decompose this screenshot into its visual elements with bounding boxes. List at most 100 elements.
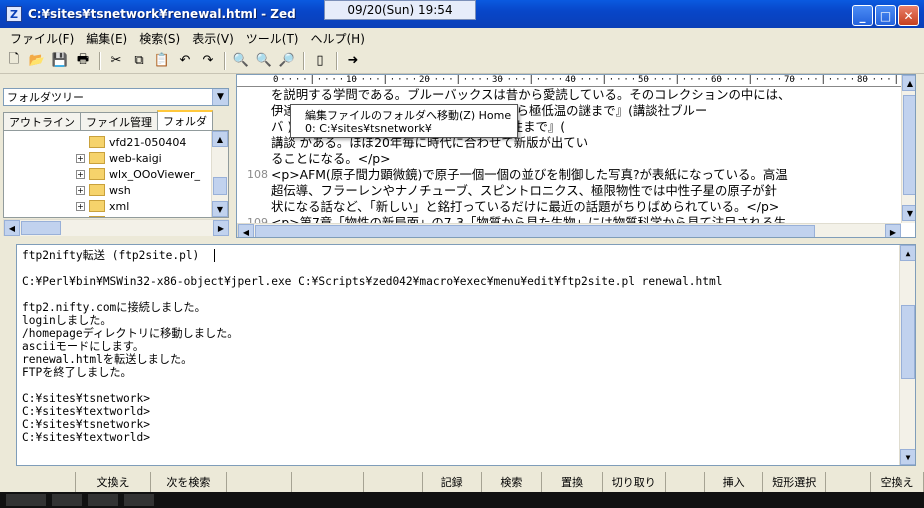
- ruler-minor-tick: ·: [353, 75, 359, 85]
- scroll-left-icon[interactable]: ◀: [4, 220, 20, 236]
- tab-0[interactable]: アウトライン: [3, 112, 81, 130]
- tree-item[interactable]: + wlx_OOoViewer_: [76, 166, 200, 182]
- editor-line[interactable]: を説明する学問である。ブルーバックスは昔から愛読している。そのコレクションの中に…: [237, 87, 790, 103]
- scroll-up-icon[interactable]: ▲: [902, 75, 915, 91]
- menu-item[interactable]: 表示(V): [186, 30, 240, 47]
- new-file-button[interactable]: 🗋: [3, 50, 25, 72]
- menu-item[interactable]: ファイル(F): [4, 30, 80, 47]
- expand-icon[interactable]: +: [76, 185, 85, 195]
- find-next-button[interactable]: 🔍: [253, 50, 275, 72]
- tree-scrollbar[interactable]: ▲ ▼: [211, 131, 228, 217]
- maximize-button[interactable]: □: [875, 5, 896, 26]
- editor-line[interactable]: 109 <p>第7章「物性の新局面」の7-3「物質から見た生物」には物質科学から見…: [237, 215, 786, 223]
- fkey-button[interactable]: 検索: [482, 472, 543, 492]
- tree-item[interactable]: + wsh: [76, 182, 200, 198]
- popup-item-move-folder[interactable]: 編集ファイルのフォルダへ移動(Z) Home: [305, 107, 511, 122]
- output-vscrollbar[interactable]: ▲ ▼: [899, 245, 915, 465]
- fkey-button[interactable]: [227, 472, 292, 492]
- ruler-minor-tick: ·: [630, 75, 637, 85]
- scroll-down-icon[interactable]: ▼: [212, 201, 228, 217]
- minimize-button[interactable]: _: [852, 5, 873, 26]
- output-scroll-thumb[interactable]: [901, 305, 915, 379]
- editor-hscroll-thumb[interactable]: [255, 225, 815, 237]
- fkey-button[interactable]: [666, 472, 705, 492]
- tree-hscroll-thumb[interactable]: [21, 221, 61, 235]
- fkey-button[interactable]: 切り取り: [603, 472, 666, 492]
- taskbar-item[interactable]: [6, 494, 46, 506]
- menu-item[interactable]: 編集(E): [80, 30, 133, 47]
- editor-hscrollbar[interactable]: ◀ ▶: [237, 223, 901, 237]
- expand-icon[interactable]: +: [76, 153, 85, 163]
- scroll-right-icon[interactable]: ▶: [885, 224, 901, 237]
- undo-button[interactable]: ↶: [174, 50, 196, 72]
- ruler-minor-tick: ·: [805, 75, 812, 85]
- editor-vscrollbar[interactable]: ▲ ▼: [901, 75, 915, 223]
- scroll-right-icon[interactable]: ▶: [213, 220, 229, 236]
- tree-scroll-thumb[interactable]: [213, 177, 227, 195]
- ruler-minor-tick: ·: [316, 75, 323, 85]
- editor-line[interactable]: ることになる。</p>: [237, 151, 391, 167]
- editor-line[interactable]: 108 <p>AFM(原子間力顕微鏡)で原子一個一個の並びを制御した写真?が表紙に…: [237, 167, 788, 183]
- find-button[interactable]: 🔍: [230, 50, 252, 72]
- scroll-up-icon[interactable]: ▲: [900, 245, 915, 261]
- line-number: [237, 151, 271, 167]
- menu-item[interactable]: ヘルプ(H): [305, 30, 371, 47]
- scroll-down-icon[interactable]: ▼: [902, 205, 915, 221]
- bookmark-button[interactable]: ▯: [309, 50, 331, 72]
- scroll-down-icon[interactable]: ▼: [900, 449, 915, 465]
- chevron-down-icon[interactable]: ▼: [212, 89, 228, 105]
- menu-item[interactable]: 検索(S): [133, 30, 186, 47]
- fkey-button[interactable]: 短形選択: [763, 472, 827, 492]
- fkey-button[interactable]: 置換: [542, 472, 603, 492]
- fkey-button[interactable]: 挿入: [705, 472, 764, 492]
- text-cursor: [214, 249, 215, 262]
- run-macro-button[interactable]: ➜: [342, 50, 364, 72]
- scroll-left-icon[interactable]: ◀: [238, 224, 254, 237]
- tree-item[interactable]: vfd21-050404: [76, 134, 200, 150]
- fkey-button[interactable]: [292, 472, 365, 492]
- open-folder-icon: 📂: [28, 53, 46, 68]
- save-button[interactable]: 💾: [49, 50, 71, 72]
- popup-item-folder-path[interactable]: 0: C:¥sites¥tsnetwork¥: [305, 122, 432, 137]
- menu-item[interactable]: ツール(T): [240, 30, 305, 47]
- function-key-bar: 文換え 次を検索 記録 検索 置換 切り取り 挿入 短形選択 空換え: [0, 472, 924, 492]
- paste-button[interactable]: 📋: [151, 50, 173, 72]
- taskbar-item[interactable]: [52, 494, 82, 506]
- fkey-button[interactable]: [0, 472, 77, 492]
- ruler-minor-tick: ·: [813, 75, 819, 85]
- fkey-button[interactable]: 記録: [423, 472, 482, 492]
- close-button[interactable]: ✕: [898, 5, 919, 26]
- editor-line[interactable]: 状になる話など、「新しい」と銘打っているだけに最近の話題がちりばめられている。<…: [237, 199, 779, 215]
- scroll-up-icon[interactable]: ▲: [212, 131, 228, 147]
- expand-icon[interactable]: +: [76, 201, 85, 211]
- text-editor[interactable]: 0 · · · · | · · · · 10 · · · · | · · · · 20 · · · · | · · · · 30 · · · · | ·…: [236, 74, 916, 238]
- cut-button[interactable]: ✂: [105, 50, 127, 72]
- fkey-button[interactable]: [364, 472, 423, 492]
- tree-item[interactable]: ...: [76, 214, 200, 217]
- toolbar: 🗋 📂 💾 🖶 ✂ ⧉ 📋 ↶ ↷ 🔍 🔍 🔎 ▯ ➜: [0, 48, 924, 74]
- print-button[interactable]: 🖶: [72, 50, 94, 72]
- fkey-button[interactable]: 次を検索: [151, 472, 228, 492]
- editor-line[interactable]: 超伝導、フラーレンやナノチューブ、スピントロニクス、極限物性では中性子星の原子が…: [237, 183, 777, 199]
- redo-button[interactable]: ↷: [197, 50, 219, 72]
- editor-scroll-thumb[interactable]: [903, 95, 915, 195]
- tab-2[interactable]: フォルダ: [157, 110, 213, 130]
- folder-tree-select[interactable]: フォルダツリー ▼: [3, 88, 229, 106]
- tab-1[interactable]: ファイル管理: [80, 112, 158, 130]
- taskbar-item[interactable]: [124, 494, 154, 506]
- output-console[interactable]: ftp2nifty転送 (ftp2site.pl) C:¥Perl¥bin¥MSW…: [16, 244, 916, 466]
- expand-icon[interactable]: +: [76, 169, 85, 179]
- open-folder-button[interactable]: 📂: [26, 50, 48, 72]
- ruler-minor-tick: ·: [769, 75, 775, 85]
- tree-hscrollbar[interactable]: ◀ ▶: [3, 219, 229, 236]
- fkey-button[interactable]: 空換え: [871, 472, 924, 492]
- fkey-button[interactable]: 文換え: [76, 472, 151, 492]
- tree-item[interactable]: + xml: [76, 198, 200, 214]
- copy-button[interactable]: ⧉: [128, 50, 150, 72]
- replace-button[interactable]: 🔎: [276, 50, 298, 72]
- tree-item[interactable]: + web-kaigi: [76, 150, 200, 166]
- fkey-button[interactable]: [826, 472, 872, 492]
- ruler-minor-tick: ·: [740, 75, 746, 85]
- app-icon[interactable]: Z: [6, 6, 22, 22]
- taskbar-item[interactable]: [88, 494, 118, 506]
